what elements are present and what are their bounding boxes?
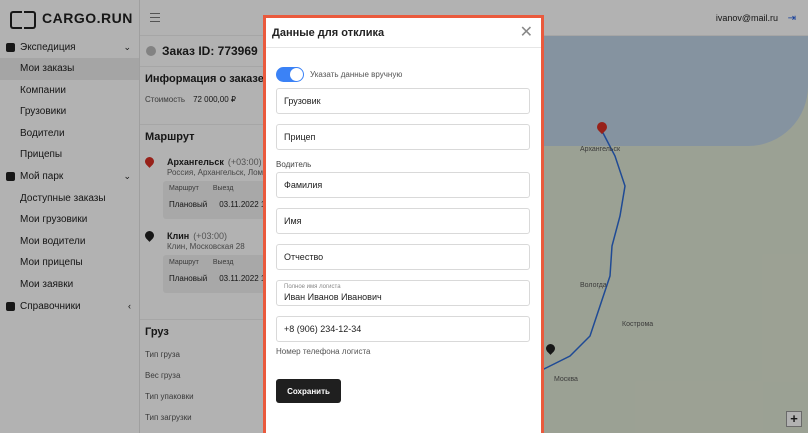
first-name-placeholder: Имя — [284, 216, 302, 226]
close-icon[interactable]: ✕ — [520, 24, 533, 41]
logist-phone-field[interactable]: +8 (906) 234-12-34 — [276, 316, 530, 342]
logist-name-field[interactable]: Полное имя логиста Иван Иванов Иванович — [276, 280, 530, 306]
driver-section-label: Водитель — [276, 160, 312, 169]
save-button[interactable]: Сохранить — [276, 379, 341, 403]
trailer-field[interactable]: Прицеп — [276, 124, 530, 150]
last-name-placeholder: Фамилия — [284, 180, 323, 190]
response-data-modal: Данные для отклика ✕ Указать данные вруч… — [263, 15, 544, 433]
modal-title: Данные для отклика — [272, 26, 385, 39]
first-name-field[interactable]: Имя — [276, 208, 530, 234]
modal-header: Данные для отклика ✕ — [266, 18, 541, 48]
patronymic-field[interactable]: Отчество — [276, 244, 530, 270]
logist-name-value: Иван Иванов Иванович — [284, 292, 382, 302]
manual-entry-toggle-row: Указать данные вручную — [276, 66, 529, 82]
logist-name-label: Полное имя логиста — [284, 284, 341, 290]
logist-phone-hint: Номер телефона логиста — [276, 347, 371, 356]
truck-field[interactable]: Грузовик — [276, 88, 530, 114]
manual-entry-toggle[interactable] — [276, 66, 304, 82]
trailer-placeholder: Прицеп — [284, 132, 316, 142]
manual-entry-label: Указать данные вручную — [310, 69, 403, 79]
toggle-knob — [290, 67, 303, 81]
patronymic-placeholder: Отчество — [284, 252, 324, 262]
truck-placeholder: Грузовик — [284, 96, 321, 106]
logist-phone-value: +8 (906) 234-12-34 — [284, 324, 362, 334]
last-name-field[interactable]: Фамилия — [276, 172, 530, 198]
modal-body: Указать данные вручную Грузовик Прицеп В… — [266, 66, 541, 403]
